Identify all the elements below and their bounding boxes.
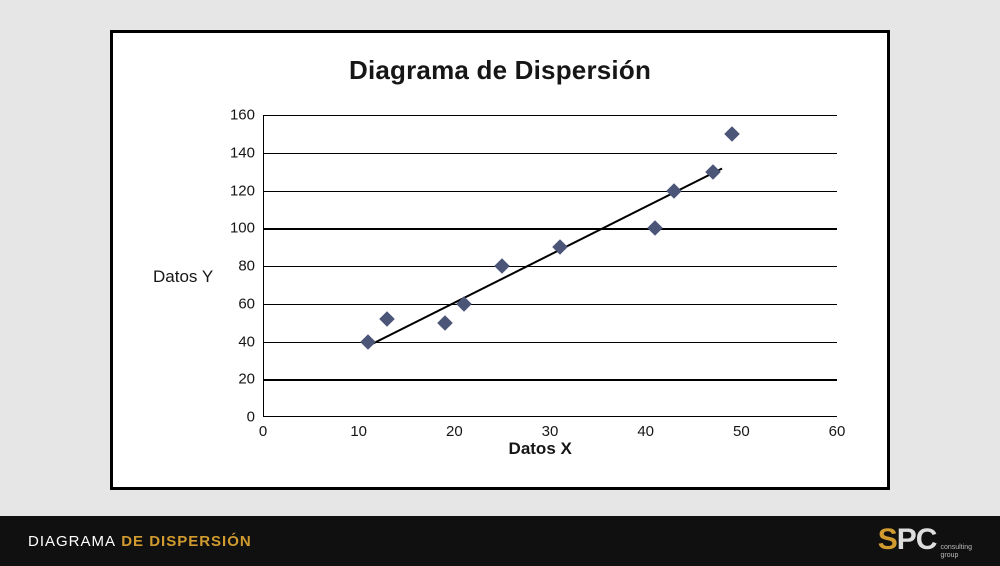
gridline xyxy=(263,304,837,305)
logo-subtext: consultinggroup xyxy=(940,544,972,560)
plot-region: 0204060801001201401600102030405060 xyxy=(263,115,837,417)
gridline xyxy=(263,228,837,229)
x-tick-label: 10 xyxy=(350,423,367,440)
x-tick-label: 20 xyxy=(446,423,463,440)
gridline xyxy=(263,342,837,343)
data-point xyxy=(437,315,453,331)
chart-area: Datos Y Datos X 020406080100120140160010… xyxy=(153,105,857,457)
y-tick-label: 20 xyxy=(238,371,255,388)
x-tick-label: 0 xyxy=(259,423,267,440)
y-tick-label: 60 xyxy=(238,295,255,312)
x-tick-label: 60 xyxy=(829,423,846,440)
x-tick-label: 30 xyxy=(542,423,559,440)
gridline xyxy=(263,191,837,192)
y-tick-label: 0 xyxy=(247,409,255,426)
data-point xyxy=(647,220,663,236)
footer-caption-b: DE DISPERSIÓN xyxy=(121,533,252,550)
x-axis-label: Datos X xyxy=(509,439,572,459)
x-tick-label: 50 xyxy=(733,423,750,440)
footer-bar: DIAGRAMA DE DISPERSIÓN SPC consultinggro… xyxy=(0,516,1000,566)
data-point xyxy=(705,164,721,180)
x-tick-label: 40 xyxy=(637,423,654,440)
y-tick-label: 140 xyxy=(230,144,255,161)
logo-wordmark: SPC xyxy=(878,523,937,557)
data-point xyxy=(380,311,396,327)
y-tick-label: 160 xyxy=(230,107,255,124)
y-tick-label: 100 xyxy=(230,220,255,237)
chart-card: Diagrama de Dispersión Datos Y Datos X 0… xyxy=(110,30,890,490)
brand-logo: SPC consultinggroup xyxy=(878,523,972,560)
data-point xyxy=(724,126,740,142)
gridline xyxy=(263,153,837,154)
gridline xyxy=(263,266,837,267)
y-axis-label: Datos Y xyxy=(153,267,213,287)
y-tick-label: 120 xyxy=(230,182,255,199)
gridline xyxy=(263,379,837,380)
footer-caption-a: DIAGRAMA xyxy=(28,533,116,550)
gridline xyxy=(263,115,837,116)
footer-caption: DIAGRAMA DE DISPERSIÓN xyxy=(28,533,252,550)
x-axis-line xyxy=(263,416,837,417)
data-point xyxy=(494,258,510,274)
data-point xyxy=(360,334,376,350)
y-tick-label: 80 xyxy=(238,258,255,275)
y-tick-label: 40 xyxy=(238,333,255,350)
chart-title: Diagrama de Dispersión xyxy=(113,55,887,86)
